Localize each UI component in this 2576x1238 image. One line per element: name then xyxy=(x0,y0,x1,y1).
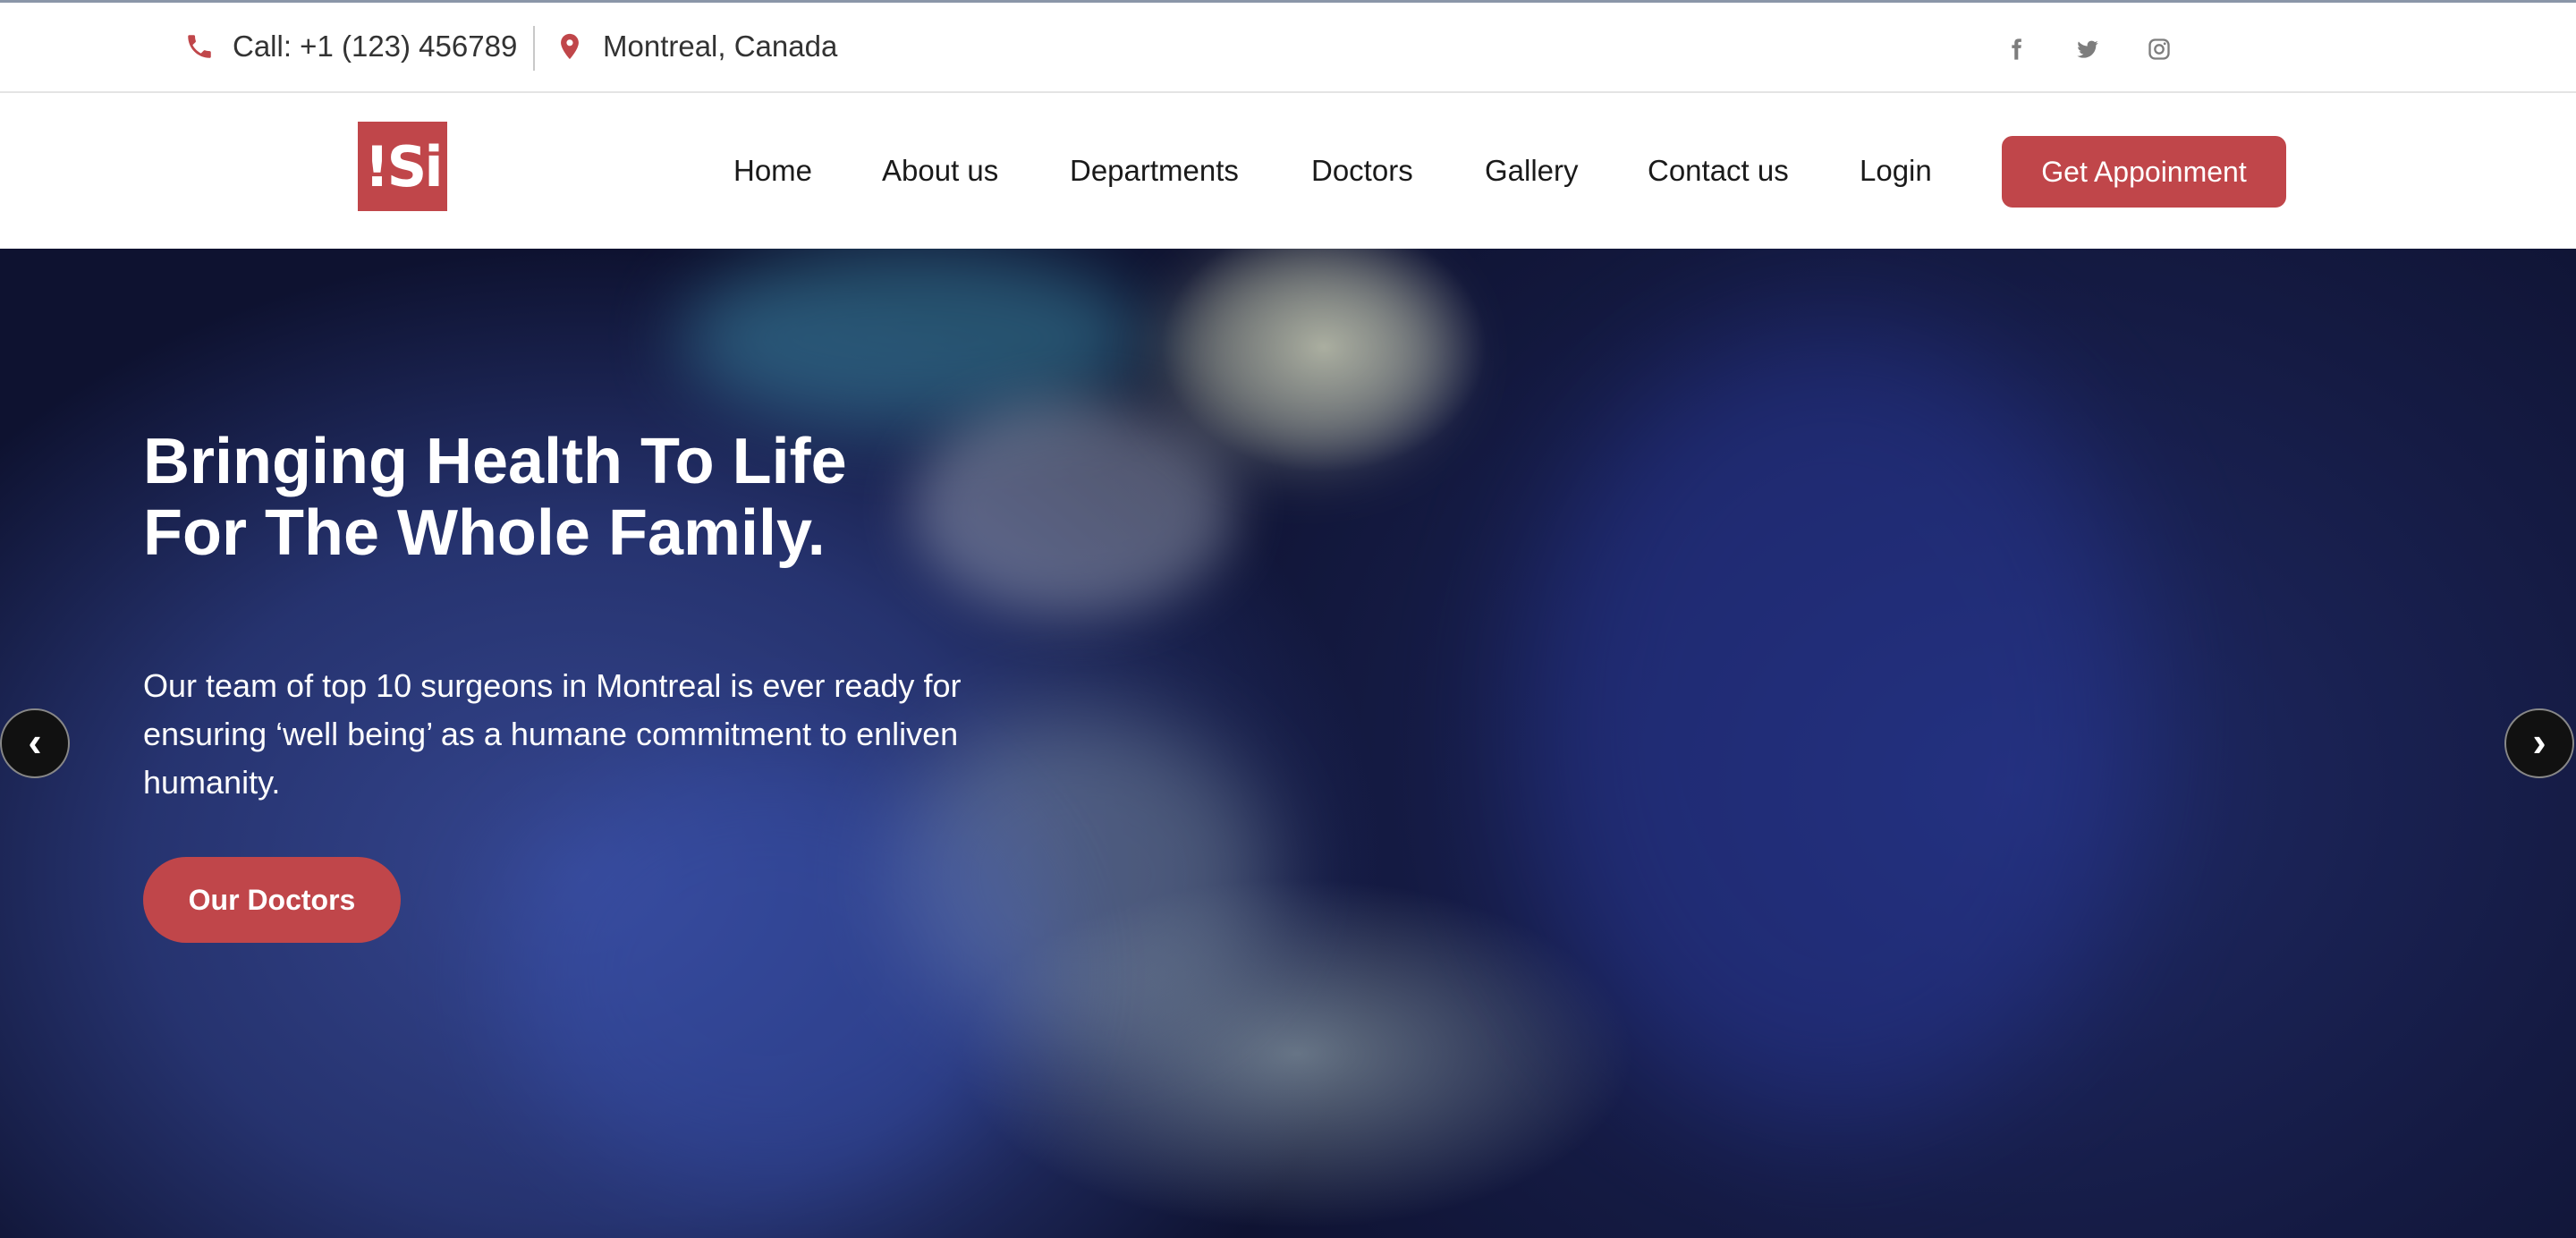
nav-gallery[interactable]: Gallery xyxy=(1485,154,1579,188)
carousel-prev-button[interactable]: ‹ xyxy=(0,708,70,778)
logo-text: !Si xyxy=(364,133,443,199)
our-doctors-button[interactable]: Our Doctors xyxy=(143,857,401,943)
twitter-icon[interactable] xyxy=(2073,35,2102,64)
map-pin-icon xyxy=(561,33,579,60)
hero-title-line-2: For The Whole Family. xyxy=(143,497,826,569)
chevron-left-icon: ‹ xyxy=(28,718,42,765)
location-text: Montreal, Canada xyxy=(603,30,838,63)
hero-banner: Bringing Health To Life For The Whole Fa… xyxy=(0,249,2576,1238)
nav-home[interactable]: Home xyxy=(733,154,812,188)
main-header: !Si Home About us Departments Doctors Ga… xyxy=(0,93,2576,249)
hero-title: Bringing Health To Life For The Whole Fa… xyxy=(143,426,1038,569)
nav-doctors[interactable]: Doctors xyxy=(1311,154,1413,188)
hero-image-shape xyxy=(1521,320,2147,1125)
hero-title-line-1: Bringing Health To Life xyxy=(143,426,847,497)
instagram-icon[interactable] xyxy=(2145,35,2174,64)
hero-image-shape xyxy=(1163,249,1449,463)
hero-description: Our team of top 10 surgeons in Montreal … xyxy=(143,667,962,801)
location-contact: Montreal, Canada xyxy=(555,30,837,64)
nav-login[interactable]: Login xyxy=(1860,154,1932,188)
carousel-next-button[interactable]: › xyxy=(2504,708,2574,778)
phone-contact[interactable]: Call: +1 (123) 456789 xyxy=(184,30,517,64)
get-appointment-button[interactable]: Get Appoinment xyxy=(2002,136,2286,208)
top-bar: Call: +1 (123) 456789 Montreal, Canada xyxy=(0,0,2576,93)
chevron-right-icon: › xyxy=(2532,718,2546,765)
nav-contact-us[interactable]: Contact us xyxy=(1648,154,1789,188)
phone-icon xyxy=(188,35,211,58)
divider xyxy=(533,26,535,71)
logo[interactable]: !Si xyxy=(358,122,447,211)
facebook-icon[interactable] xyxy=(2002,35,2030,64)
phone-text: Call: +1 (123) 456789 xyxy=(233,30,518,63)
nav-about-us[interactable]: About us xyxy=(882,154,998,188)
hero-image-shape xyxy=(501,750,1038,1197)
nav-departments[interactable]: Departments xyxy=(1070,154,1239,188)
